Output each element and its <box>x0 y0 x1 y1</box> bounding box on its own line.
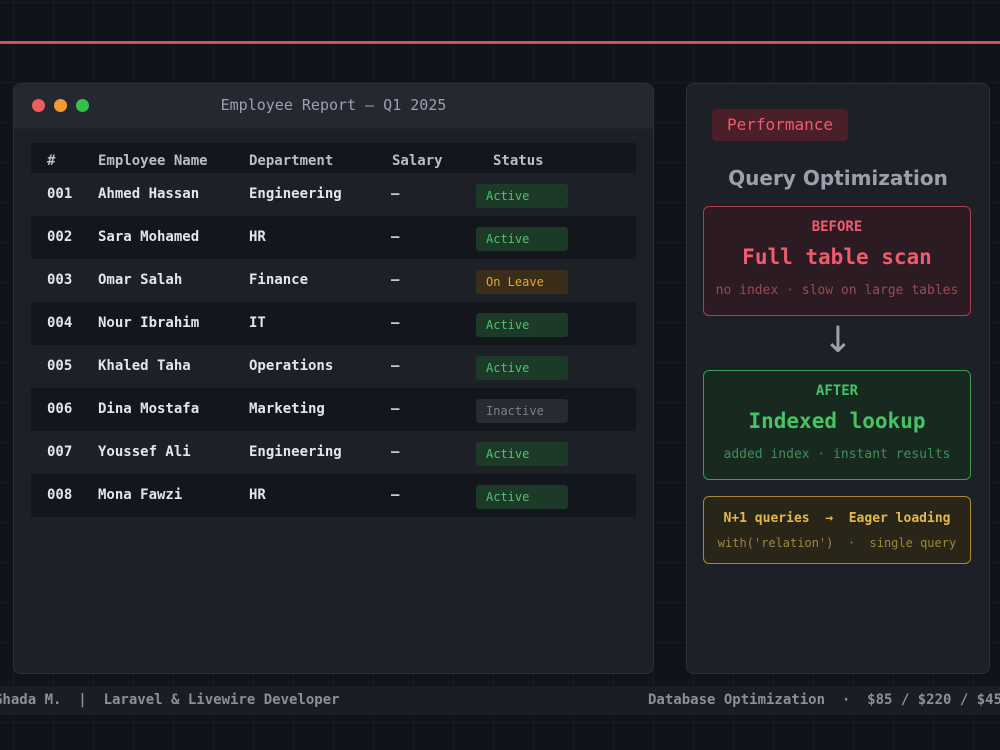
employee-report-window: Employee Report — Q1 2025 # Employee Nam… <box>13 83 654 674</box>
employee-salary: — <box>391 444 400 460</box>
column-header-id: # <box>47 153 56 169</box>
employee-salary: — <box>391 401 400 417</box>
employee-department: HR <box>249 229 266 245</box>
performance-panel: Performance Query Optimization BEFORE Fu… <box>686 83 990 674</box>
table-row[interactable]: 003 Omar Salah Finance — On Leave <box>31 259 636 302</box>
before-card: BEFORE Full table scan no index · slow o… <box>703 206 971 316</box>
employee-id: 003 <box>47 272 73 288</box>
employee-id: 007 <box>47 444 73 460</box>
employee-salary: — <box>391 272 400 288</box>
after-note: added index · instant results <box>723 447 951 462</box>
employee-salary: — <box>391 487 400 503</box>
employee-name: Mona Fawzi <box>98 487 183 503</box>
table-row[interactable]: 001 Ahmed Hassan Engineering — Active <box>31 173 636 216</box>
employee-name: Nour Ibrahim <box>98 315 200 331</box>
status-badge: Active <box>476 184 568 208</box>
table-row[interactable]: 006 Dina Mostafa Marketing — Inactive <box>31 388 636 431</box>
status-badge: Active <box>476 485 568 509</box>
employee-name: Youssef Ali <box>98 444 191 460</box>
arrow-down-icon: ↓ <box>822 320 854 361</box>
employee-salary: — <box>391 186 400 202</box>
employee-id: 001 <box>47 186 73 202</box>
window-title: Employee Report — Q1 2025 <box>220 96 447 114</box>
table-row[interactable]: 002 Sara Mohamed HR — Active <box>31 216 636 259</box>
eager-loading-note: with('relation') · single query <box>717 536 957 550</box>
employee-salary: — <box>391 315 400 331</box>
eager-loading-card: N+1 queries → Eager loading with('relati… <box>703 496 971 564</box>
employee-id: 005 <box>47 358 73 374</box>
footer-bar: Ghada M. | Laravel & Livewire Developer … <box>0 686 1000 715</box>
column-header-salary: Salary <box>392 153 443 169</box>
column-header-name: Employee Name <box>98 153 208 169</box>
footer-credit: Ghada M. | Laravel & Livewire Developer <box>0 692 340 708</box>
before-note: no index · slow on large tables <box>715 283 959 298</box>
after-label: AFTER <box>815 383 859 399</box>
employee-department: HR <box>249 487 266 503</box>
employee-name: Sara Mohamed <box>98 229 200 245</box>
before-headline: Full table scan <box>742 245 932 269</box>
employee-name: Khaled Taha <box>98 358 191 374</box>
status-badge: Active <box>476 356 568 380</box>
table-row[interactable]: 008 Mona Fawzi HR — Active <box>31 474 636 517</box>
employee-id: 002 <box>47 229 73 245</box>
table-row[interactable]: 005 Khaled Taha Operations — Active <box>31 345 636 388</box>
employee-name: Ahmed Hassan <box>98 186 200 202</box>
employee-id: 004 <box>47 315 73 331</box>
column-header-status: Status <box>493 153 544 169</box>
table-row[interactable]: 004 Nour Ibrahim IT — Active <box>31 302 636 345</box>
column-header-department: Department <box>249 153 334 169</box>
table-header-row: # Employee Name Department Salary Status <box>31 143 636 173</box>
employee-id: 008 <box>47 487 73 503</box>
before-label: BEFORE <box>811 219 863 235</box>
employee-salary: — <box>391 358 400 374</box>
employee-salary: — <box>391 229 400 245</box>
status-badge: On Leave <box>476 270 568 294</box>
performance-tag: Performance <box>712 109 848 141</box>
employee-department: Operations <box>249 358 334 374</box>
after-headline: Indexed lookup <box>748 409 926 433</box>
top-accent-line <box>0 41 1000 44</box>
employee-department: IT <box>249 315 266 331</box>
status-badge: Active <box>476 227 568 251</box>
footer-service-pricing: Database Optimization · $85 / $220 / $45… <box>648 692 1000 708</box>
eager-loading-title: N+1 queries → Eager loading <box>723 511 951 526</box>
employee-table: # Employee Name Department Salary Status… <box>31 143 636 517</box>
status-badge: Active <box>476 313 568 337</box>
employee-department: Engineering <box>249 186 342 202</box>
employee-name: Dina Mostafa <box>98 401 200 417</box>
status-badge: Active <box>476 442 568 466</box>
window-titlebar: Employee Report — Q1 2025 <box>14 84 653 129</box>
status-badge: Inactive <box>476 399 568 423</box>
employee-department: Marketing <box>249 401 325 417</box>
table-row[interactable]: 007 Youssef Ali Engineering — Active <box>31 431 636 474</box>
after-card: AFTER Indexed lookup added index · insta… <box>703 370 971 480</box>
employee-department: Engineering <box>249 444 342 460</box>
employee-id: 006 <box>47 401 73 417</box>
employee-department: Finance <box>249 272 309 288</box>
panel-title: Query Optimization <box>728 166 948 190</box>
employee-name: Omar Salah <box>98 272 183 288</box>
